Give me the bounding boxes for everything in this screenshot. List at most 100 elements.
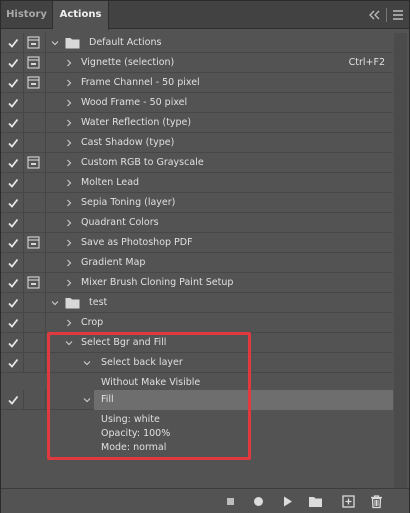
action-row[interactable]: Cast Shadow (type) [1, 133, 393, 153]
action-set-row[interactable]: test [1, 293, 393, 313]
action-label: Wood Frame - 50 pixel [81, 97, 188, 108]
action-label: Quadrant Colors [81, 217, 159, 228]
stop-icon[interactable] [223, 494, 238, 509]
column-divider [23, 93, 24, 113]
toggle-checkmark-icon[interactable] [6, 76, 20, 90]
collapse-panel-icon[interactable] [368, 7, 382, 23]
dialog-toggle-icon[interactable] [27, 393, 40, 406]
record-icon[interactable] [251, 494, 266, 509]
folder-icon [65, 298, 80, 309]
dialog-toggle-icon[interactable] [27, 236, 40, 249]
action-label: Save as Photoshop PDF [81, 237, 193, 248]
dialog-toggle-icon[interactable] [27, 356, 40, 369]
toggle-checkmark-icon[interactable] [6, 216, 20, 230]
chevron-down-icon[interactable] [51, 39, 59, 47]
column-divider [45, 33, 46, 53]
new-set-folder-icon[interactable] [308, 494, 323, 509]
column-divider [23, 273, 24, 293]
column-divider [23, 293, 24, 313]
play-icon[interactable] [280, 494, 295, 509]
tab-separator [386, 8, 387, 22]
dialog-toggle-icon[interactable] [27, 316, 40, 329]
action-row[interactable]: Molten Lead [1, 173, 393, 193]
toggle-checkmark-icon[interactable] [6, 336, 20, 350]
chevron-right-icon[interactable] [65, 179, 73, 187]
action-row[interactable]: Frame Channel - 50 pixel [1, 73, 393, 93]
action-row[interactable]: Gradient Map [1, 253, 393, 273]
dialog-toggle-icon[interactable] [27, 76, 40, 89]
action-label: Cast Shadow (type) [81, 137, 175, 148]
dialog-toggle-icon[interactable] [27, 156, 40, 169]
chevron-right-icon[interactable] [65, 119, 73, 127]
toggle-checkmark-icon[interactable] [6, 196, 20, 210]
toggle-checkmark-icon[interactable] [6, 136, 20, 150]
dialog-toggle-icon[interactable] [27, 296, 40, 309]
dialog-toggle-icon[interactable] [27, 56, 40, 69]
toggle-checkmark-icon[interactable] [6, 36, 20, 50]
action-label: Mixer Brush Cloning Paint Setup [81, 277, 234, 288]
action-row[interactable]: Crop [1, 313, 393, 333]
chevron-right-icon[interactable] [65, 79, 73, 87]
delete-trash-icon[interactable] [369, 494, 384, 509]
dialog-toggle-icon[interactable] [27, 276, 40, 289]
bottom-toolbar [1, 488, 409, 513]
action-row[interactable]: Mixer Brush Cloning Paint Setup [1, 273, 393, 293]
column-divider [45, 73, 46, 93]
column-divider [23, 113, 24, 133]
toggle-checkmark-icon[interactable] [6, 236, 20, 250]
action-row[interactable]: Wood Frame - 50 pixel [1, 93, 393, 113]
dialog-toggle-icon[interactable] [27, 136, 40, 149]
toggle-checkmark-icon[interactable] [6, 176, 20, 190]
column-divider [23, 33, 24, 53]
scrollbar-track[interactable] [394, 33, 407, 488]
dialog-toggle-icon[interactable] [27, 196, 40, 209]
chevron-down-icon[interactable] [51, 299, 59, 307]
dialog-toggle-icon[interactable] [27, 116, 40, 129]
tab-history[interactable]: History [1, 1, 53, 29]
chevron-right-icon[interactable] [65, 199, 73, 207]
column-divider [23, 153, 24, 173]
chevron-right-icon[interactable] [65, 99, 73, 107]
action-row[interactable]: Save as Photoshop PDF [1, 233, 393, 253]
panel-menu-icon[interactable] [392, 8, 404, 22]
action-set-row[interactable]: Default Actions [1, 33, 393, 53]
toggle-checkmark-icon[interactable] [6, 56, 20, 70]
toggle-checkmark-icon[interactable] [6, 256, 20, 270]
toggle-checkmark-icon[interactable] [6, 296, 20, 310]
column-divider [45, 293, 46, 313]
column-divider [45, 333, 46, 353]
action-row[interactable]: Quadrant Colors [1, 213, 393, 233]
action-row[interactable]: Custom RGB to Grayscale [1, 153, 393, 173]
action-row[interactable]: Vignette (selection) Ctrl+F2 [1, 53, 393, 73]
action-row[interactable]: Water Reflection (type) [1, 113, 393, 133]
chevron-right-icon[interactable] [65, 259, 73, 267]
chevron-right-icon[interactable] [65, 159, 73, 167]
tab-actions[interactable]: Actions [53, 1, 109, 30]
action-label: Water Reflection (type) [81, 117, 192, 128]
toggle-checkmark-icon[interactable] [6, 393, 20, 407]
panel-tab-bar: History Actions [1, 1, 409, 30]
toggle-checkmark-icon[interactable] [6, 156, 20, 170]
new-action-icon[interactable] [341, 494, 356, 509]
action-label: Crop [81, 317, 104, 328]
dialog-toggle-icon[interactable] [27, 216, 40, 229]
chevron-right-icon[interactable] [65, 319, 73, 327]
dialog-toggle-icon[interactable] [27, 336, 40, 349]
action-row[interactable]: Sepia Toning (layer) [1, 193, 393, 213]
chevron-right-icon[interactable] [65, 139, 73, 147]
dialog-toggle-icon[interactable] [27, 256, 40, 269]
toggle-checkmark-icon[interactable] [6, 116, 20, 130]
dialog-toggle-icon[interactable] [27, 176, 40, 189]
toggle-checkmark-icon[interactable] [6, 96, 20, 110]
chevron-right-icon[interactable] [65, 59, 73, 67]
column-divider [23, 353, 24, 373]
chevron-right-icon[interactable] [65, 219, 73, 227]
action-label: Frame Channel - 50 pixel [81, 77, 200, 88]
toggle-checkmark-icon[interactable] [6, 356, 20, 370]
toggle-checkmark-icon[interactable] [6, 276, 20, 290]
dialog-toggle-icon[interactable] [27, 96, 40, 109]
chevron-right-icon[interactable] [65, 279, 73, 287]
chevron-right-icon[interactable] [65, 239, 73, 247]
dialog-toggle-icon[interactable] [27, 36, 40, 49]
toggle-checkmark-icon[interactable] [6, 316, 20, 330]
